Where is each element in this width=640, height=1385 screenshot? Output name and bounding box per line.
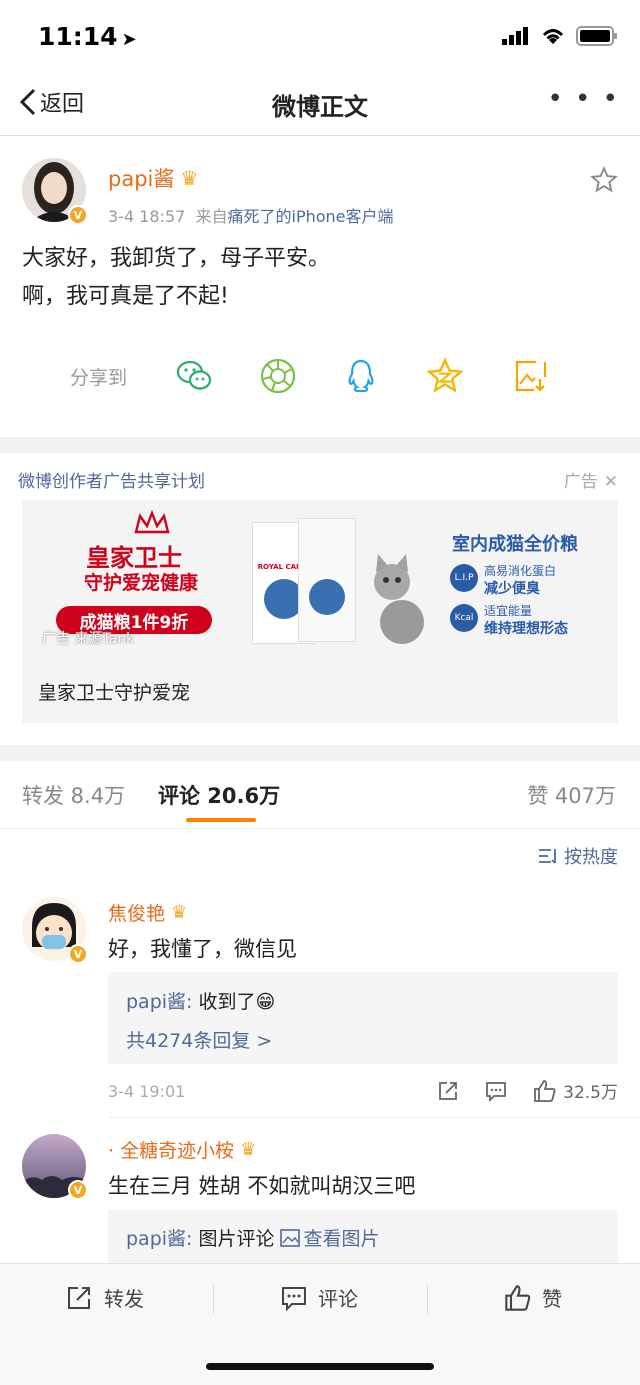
ad-feature1: 减少便臭	[484, 581, 540, 597]
more-options-button[interactable]: • • •	[547, 84, 620, 114]
location-arrow-icon: ➤	[121, 29, 137, 50]
kcal-badge-icon: Kcal	[450, 604, 478, 632]
image-icon	[280, 1228, 301, 1247]
back-button[interactable]: 返回	[18, 86, 84, 118]
repost-button[interactable]: 转发	[66, 1283, 144, 1312]
ad-source-note: 广告 来源Tank	[42, 631, 135, 647]
page-title: 微博正文	[272, 93, 368, 121]
active-tab-indicator	[186, 818, 256, 822]
ad-program-link[interactable]: 微博创作者广告共享计划	[18, 467, 205, 492]
bottom-divider-2	[427, 1284, 428, 1314]
qzone-icon	[426, 357, 464, 393]
ad-feature1-small: 高易消化蛋白	[484, 564, 557, 578]
status-time: 11:14 ➤	[38, 22, 137, 51]
sort-button[interactable]: 按热度	[538, 843, 618, 869]
wechat-icon	[176, 360, 212, 390]
comment-actions: 32.5万	[437, 1078, 618, 1103]
tab-repost[interactable]: 转发 8.4万	[22, 780, 125, 810]
more-dots-icon: • • •	[547, 84, 620, 114]
favorite-button[interactable]	[590, 166, 618, 198]
more-replies-link[interactable]: 共4274条回复 >	[126, 1026, 272, 1053]
thumbs-up-icon	[505, 1284, 531, 1311]
tab-likes[interactable]: 赞 407万	[527, 780, 616, 810]
moments-icon	[260, 358, 296, 394]
qzone-share-button[interactable]	[426, 357, 464, 395]
qq-share-button[interactable]	[342, 357, 380, 395]
verified-badge-icon: V	[68, 944, 88, 964]
ad-tag[interactable]: 广告 ✕	[564, 467, 618, 492]
verified-badge-icon: V	[68, 205, 88, 225]
share-icon[interactable]	[437, 1080, 459, 1102]
post-date: 3-4 18:57	[108, 207, 186, 226]
crown-badge-icon: ♛	[240, 1139, 257, 1160]
lip-badge-icon: L.I.P	[450, 564, 478, 592]
comment-icon[interactable]	[485, 1080, 507, 1102]
crown-badge-icon: ♛	[180, 166, 199, 190]
comment-divider	[108, 1117, 640, 1118]
reply-line-2: papi酱: 图片评论 查看图片	[126, 1224, 379, 1251]
ad-product-title: 室内成猫全价粮	[452, 534, 578, 555]
cellular-signal-icon	[502, 27, 528, 45]
view-image-link[interactable]: 查看图片	[280, 1224, 379, 1251]
battery-icon	[576, 26, 617, 46]
save-image-button[interactable]	[512, 357, 550, 395]
like-post-button[interactable]: 赞	[504, 1283, 562, 1312]
ad-feature2-small: 适宜能量	[484, 604, 533, 618]
status-indicators	[502, 26, 618, 46]
author-name[interactable]: papi酱 ♛	[108, 163, 198, 193]
like-button[interactable]: 32.5万	[533, 1078, 618, 1103]
tab-divider	[0, 828, 640, 829]
sort-icon	[539, 849, 556, 864]
reply-line: papi酱: 收到了😁	[126, 991, 276, 1013]
save-image-icon	[515, 360, 547, 392]
comment-icon	[282, 1286, 306, 1311]
close-icon[interactable]: ✕	[604, 472, 618, 492]
chevron-left-icon	[19, 88, 36, 116]
verified-badge-icon: V	[68, 1180, 88, 1200]
like-count: 32.5万	[563, 1083, 618, 1103]
tab-comments[interactable]: 评论 20.6万	[158, 780, 280, 810]
comment-time: 3-4 19:01	[108, 1082, 186, 1101]
post-text: 大家好，我卸货了，母子平安。 啊，我可真是了不起!	[22, 246, 331, 309]
section-gap-2	[0, 745, 640, 761]
post-meta: 3-4 18:57 来自痛死了的iPhone客户端	[108, 207, 394, 226]
share-label: 分享到	[70, 367, 128, 389]
product-bag-image-2	[298, 518, 356, 642]
ad-subheadline: 守护爱宠健康	[84, 572, 199, 594]
comment-text-2: 生在三月 姓胡 不如就叫胡汉三吧	[108, 1174, 416, 1198]
comment-text: 好，我懂了，微信见	[108, 937, 297, 961]
moments-share-button[interactable]	[259, 357, 297, 395]
section-gap	[0, 437, 640, 453]
repost-icon	[68, 1286, 90, 1309]
commenter-name[interactable]: 焦俊艳 ♛	[108, 899, 187, 926]
ad-feature2: 维持理想形态	[484, 621, 568, 637]
star-outline-icon	[590, 166, 618, 193]
ad-banner-image[interactable]: 皇家卫士 守护爱宠健康 成猫粮1件9折 广告 来源Tank ROYAL CANI…	[22, 500, 618, 655]
post-source[interactable]: 痛死了的iPhone客户端	[228, 207, 394, 226]
back-label: 返回	[40, 92, 85, 117]
home-indicator[interactable]	[206, 1363, 434, 1370]
qq-icon	[348, 359, 374, 393]
bottom-divider	[213, 1284, 214, 1314]
thumbs-up-icon	[534, 1079, 556, 1102]
royal-canin-crown-icon	[134, 509, 170, 534]
wifi-icon	[542, 29, 564, 44]
cat-image	[374, 554, 424, 644]
wechat-share-button[interactable]	[175, 357, 213, 395]
comment-button[interactable]: 评论	[280, 1283, 358, 1312]
ad-brand-mark	[68, 509, 238, 540]
crown-badge-icon: ♛	[171, 902, 188, 923]
navigation-bar: 微博正文 返回 • • •	[0, 70, 640, 136]
ad-caption: 皇家卫士守护爱宠	[38, 682, 191, 704]
commenter-name-2[interactable]: · 全糖奇迹小桉 ♛	[108, 1136, 256, 1163]
